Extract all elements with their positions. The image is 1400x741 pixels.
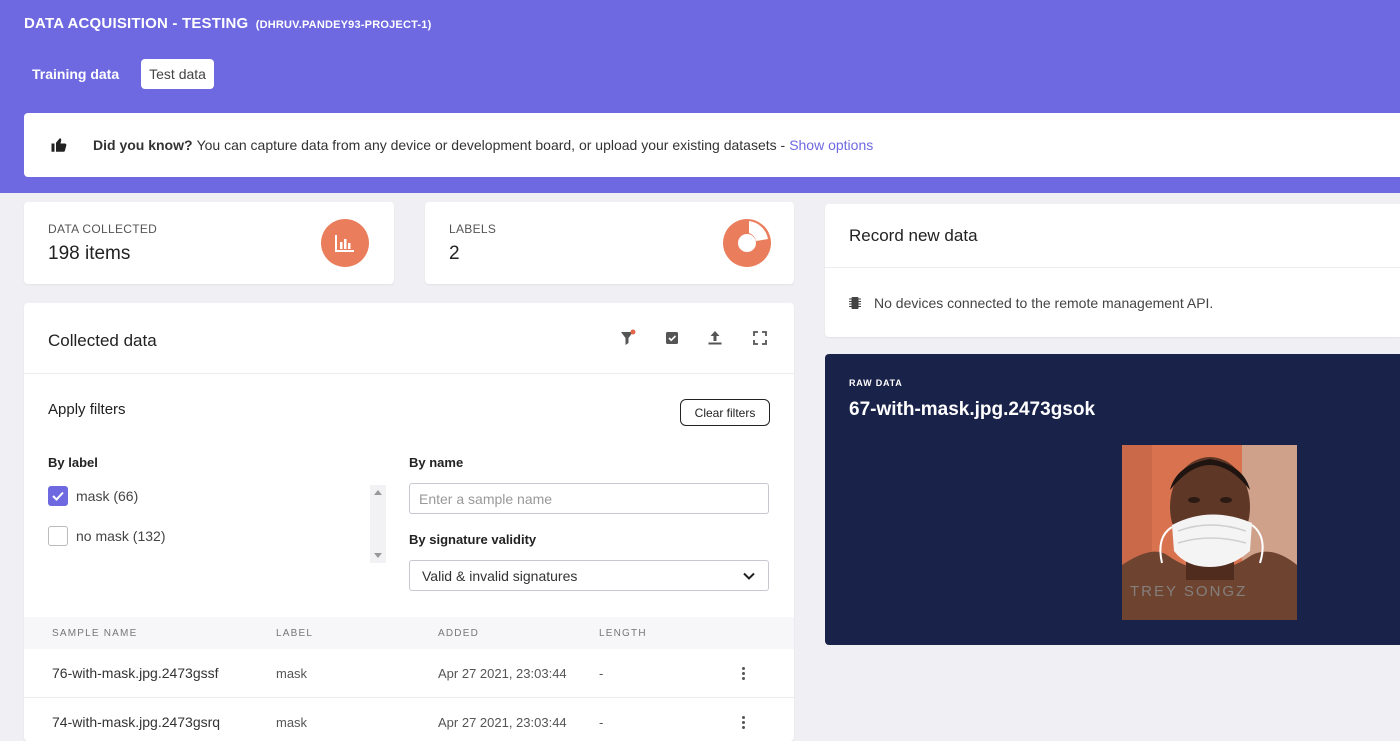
by-name-heading: By name bbox=[409, 455, 464, 470]
raw-data-panel: RAW DATA 67-with-mask.jpg.2473gsok TREY … bbox=[825, 354, 1400, 645]
apply-filters-title: Apply filters bbox=[48, 401, 126, 418]
row-more-icon[interactable] bbox=[742, 667, 746, 682]
labels-label: LABELS bbox=[449, 222, 497, 236]
device-chip-icon bbox=[849, 297, 861, 309]
label-option-no-mask[interactable]: no mask (132) bbox=[48, 526, 165, 546]
column-label[interactable]: LABEL bbox=[276, 628, 313, 639]
no-devices-text: No devices connected to the remote manag… bbox=[874, 295, 1214, 311]
project-name: (DHRUV.PANDEY93-PROJECT-1) bbox=[255, 19, 432, 31]
scroll-down-arrow-icon[interactable] bbox=[374, 553, 382, 558]
bar-chart-icon bbox=[321, 219, 369, 267]
column-added[interactable]: ADDED bbox=[438, 628, 479, 639]
column-length[interactable]: LENGTH bbox=[599, 628, 647, 639]
row-added: Apr 27 2021, 23:03:44 bbox=[438, 715, 567, 730]
row-more-icon[interactable] bbox=[742, 716, 746, 731]
raw-data-label: RAW DATA bbox=[849, 378, 903, 388]
no-mask-option-label: no mask (132) bbox=[76, 528, 166, 544]
record-new-data-title: Record new data bbox=[849, 226, 978, 245]
upload-icon[interactable] bbox=[706, 329, 724, 347]
pie-chart-icon bbox=[723, 219, 771, 267]
banner-bold: Did you know? bbox=[93, 137, 193, 153]
sample-image-art: TREY SONGZ bbox=[1122, 445, 1297, 620]
collected-data-card: Collected data Apply filters Clear filte… bbox=[24, 303, 794, 741]
raw-data-sample-name: 67-with-mask.jpg.2473gsok bbox=[849, 399, 1096, 420]
data-collected-label: DATA COLLECTED bbox=[48, 222, 158, 236]
sample-image: TREY SONGZ bbox=[1122, 445, 1297, 620]
mask-checkbox[interactable] bbox=[48, 486, 68, 506]
mask-option-label: mask (66) bbox=[76, 488, 139, 504]
expand-icon[interactable] bbox=[751, 329, 769, 347]
image-caption: TREY SONGZ bbox=[1130, 583, 1247, 600]
row-length: - bbox=[599, 666, 604, 681]
collected-data-title: Collected data bbox=[48, 331, 157, 350]
banner-text: You can capture data from any device or … bbox=[196, 137, 786, 153]
by-label-heading: By label bbox=[48, 455, 98, 470]
page-title: DATA ACQUISITION - TESTING (DHRUV.PANDEY… bbox=[24, 15, 431, 32]
record-divider bbox=[825, 267, 1400, 268]
label-option-mask[interactable]: mask (66) bbox=[48, 486, 138, 506]
table-header bbox=[24, 617, 794, 649]
no-mask-checkbox[interactable] bbox=[48, 526, 68, 546]
by-signature-heading: By signature validity bbox=[409, 532, 537, 547]
row-added: Apr 27 2021, 23:03:44 bbox=[438, 666, 567, 681]
row-sample-name[interactable]: 74-with-mask.jpg.2473gsrq bbox=[52, 714, 220, 730]
show-options-link[interactable]: Show options bbox=[789, 137, 873, 153]
row-sample-name[interactable]: 76-with-mask.jpg.2473gssf bbox=[52, 665, 219, 681]
labels-value: 2 bbox=[449, 243, 460, 264]
no-devices-message: No devices connected to the remote manag… bbox=[849, 295, 1213, 311]
signature-select-value: Valid & invalid signatures bbox=[422, 567, 578, 584]
data-collected-card: DATA COLLECTED 198 items bbox=[24, 202, 394, 284]
tab-bar: Training data Test data bbox=[24, 59, 214, 89]
thumbs-up-icon bbox=[51, 138, 67, 152]
row-length: - bbox=[599, 715, 604, 730]
tab-training-data[interactable]: Training data bbox=[24, 59, 127, 89]
row-divider bbox=[24, 697, 794, 698]
record-new-data-card: Record new data No devices connected to … bbox=[825, 204, 1400, 337]
chevron-down-icon bbox=[743, 572, 755, 580]
row-label: mask bbox=[276, 666, 308, 681]
clear-filters-button[interactable]: Clear filters bbox=[680, 399, 770, 426]
page-title-text: DATA ACQUISITION - TESTING bbox=[24, 15, 249, 32]
sample-name-search-input[interactable] bbox=[409, 483, 769, 514]
row-label: mask bbox=[276, 715, 308, 730]
tab-test-data[interactable]: Test data bbox=[141, 59, 214, 89]
signature-validity-select[interactable]: Valid & invalid signatures bbox=[409, 560, 769, 591]
labels-card: LABELS 2 bbox=[425, 202, 794, 284]
check-icon bbox=[52, 491, 64, 501]
select-check-icon[interactable] bbox=[663, 329, 681, 347]
header-divider bbox=[24, 373, 794, 374]
filter-icon[interactable] bbox=[619, 329, 637, 347]
scroll-up-arrow-icon[interactable] bbox=[374, 490, 382, 495]
data-collected-value: 198 items bbox=[48, 243, 131, 264]
label-list-scrollbar[interactable] bbox=[370, 485, 386, 563]
info-banner: Did you know? You can capture data from … bbox=[24, 113, 1400, 177]
column-sample-name[interactable]: SAMPLE NAME bbox=[52, 628, 137, 639]
